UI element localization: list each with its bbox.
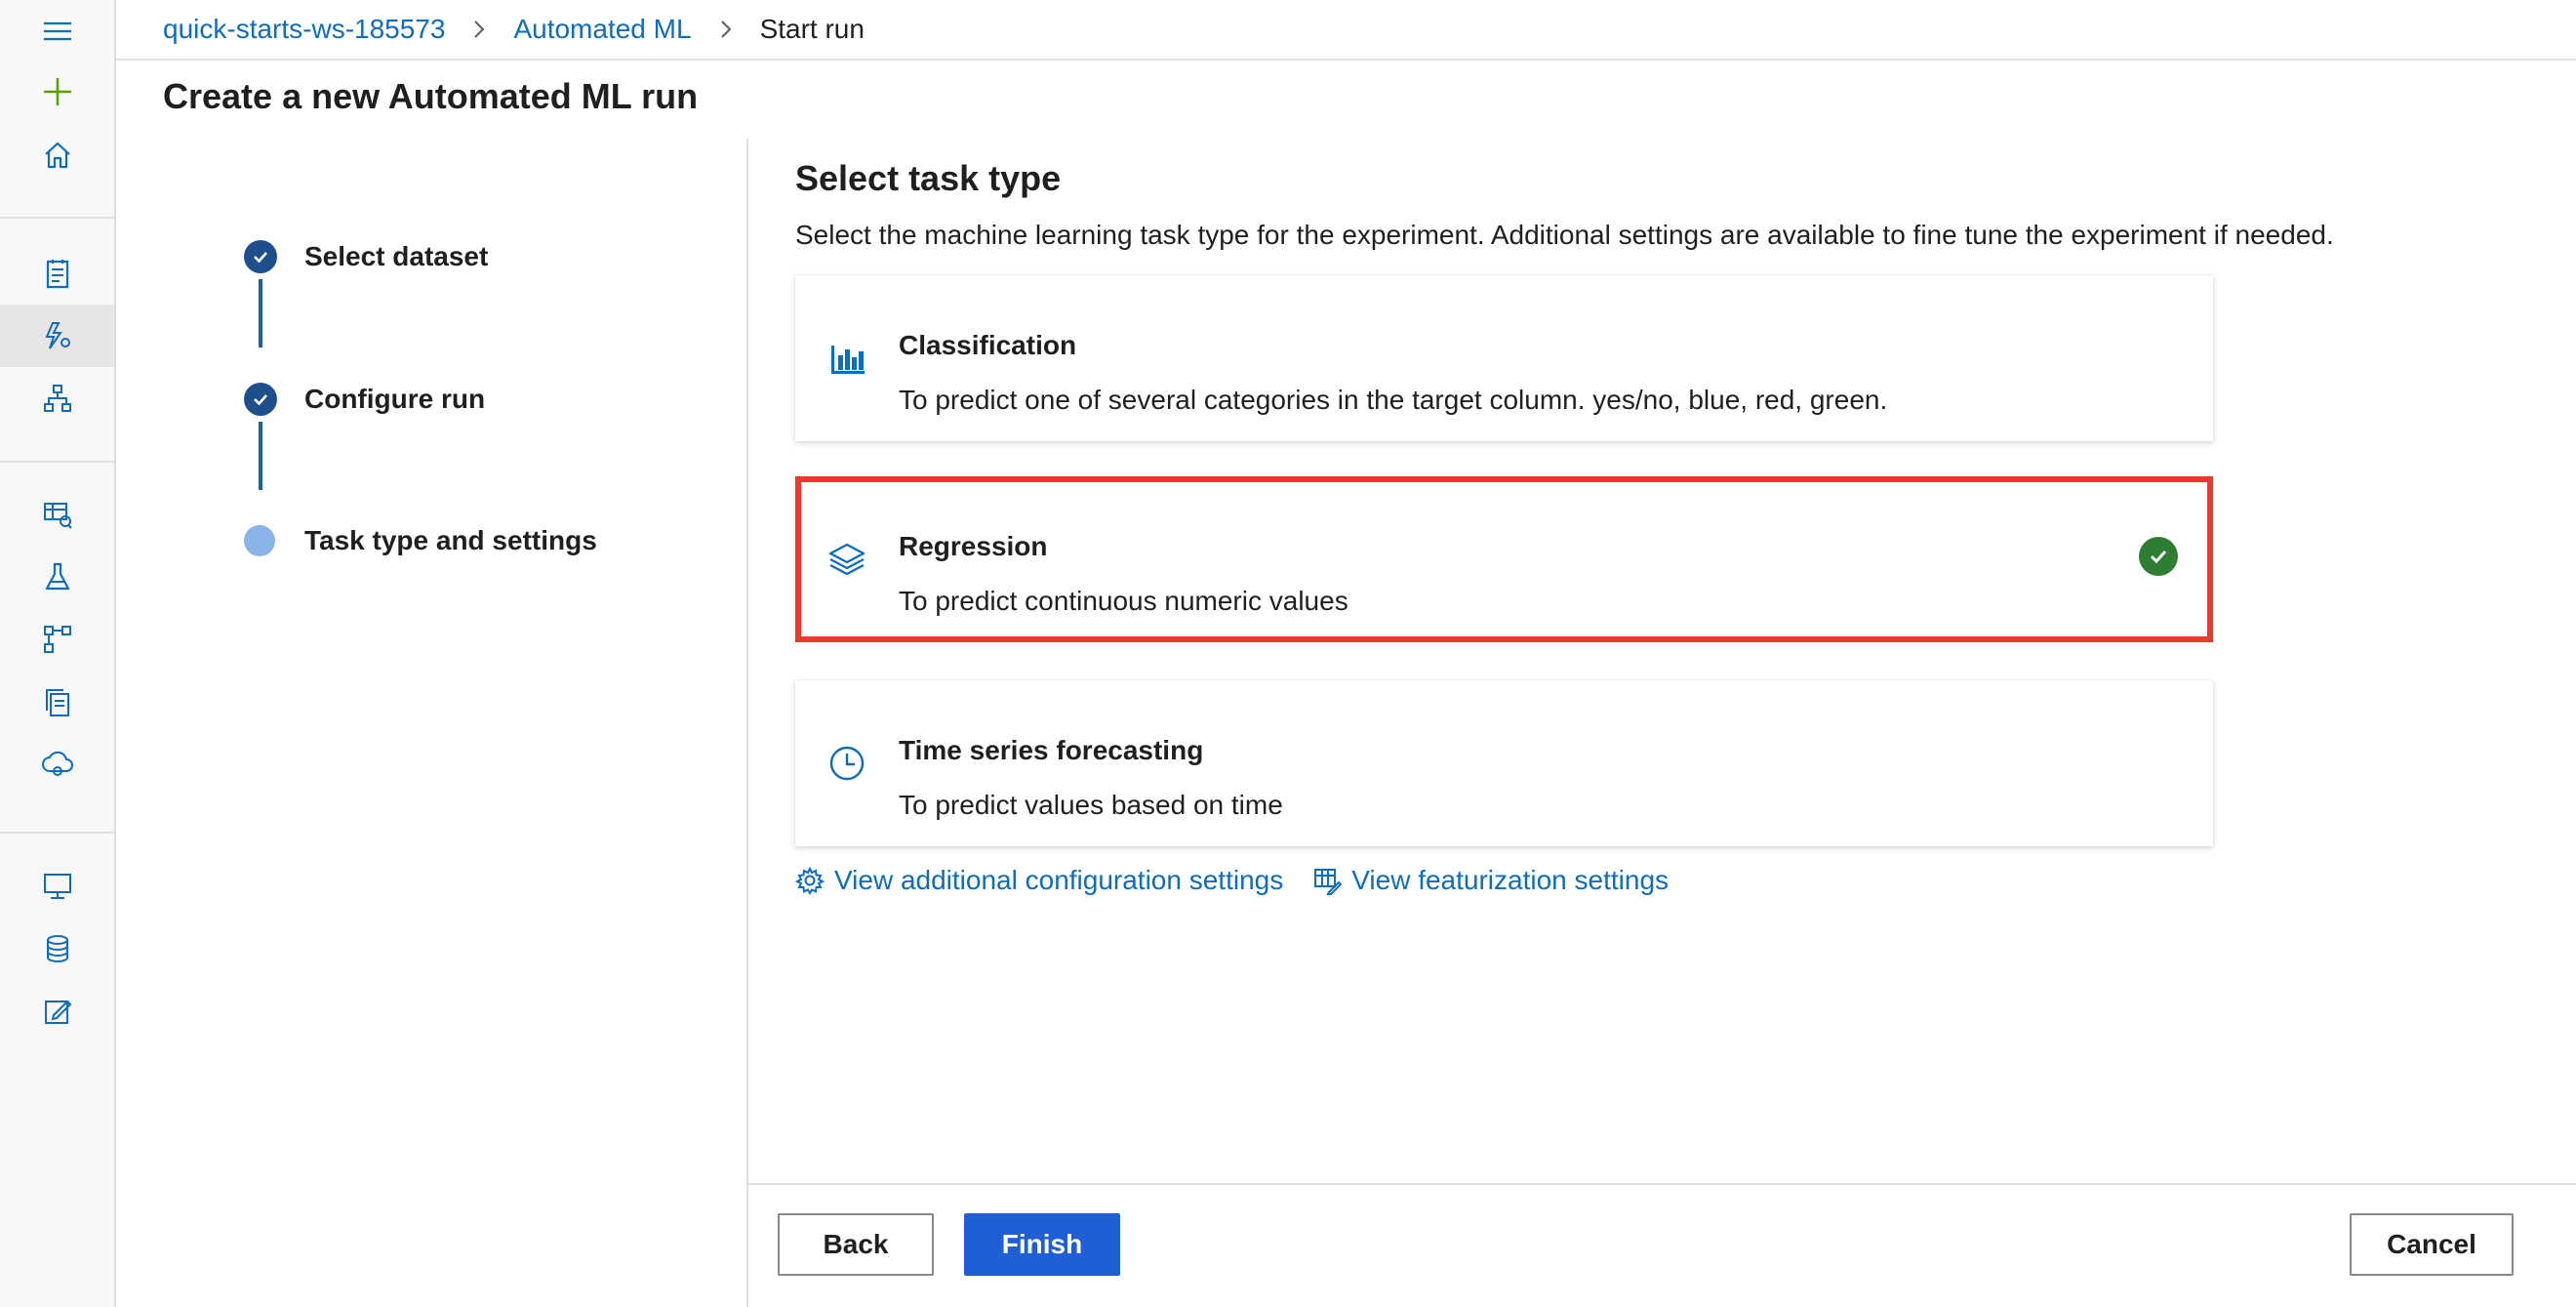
card-title: Regression [899,531,1048,561]
wizard-footer: Back Finish Cancel [748,1183,2576,1307]
step-select-dataset[interactable]: Select dataset [244,240,488,273]
step-label: Configure run [304,384,486,414]
finish-button[interactable]: Finish [964,1213,1120,1276]
clock-icon [826,743,867,784]
step-connector [259,422,262,490]
models-icon[interactable] [0,671,114,733]
step-task-type[interactable]: Task type and settings [244,525,597,556]
step-connector [259,279,262,347]
layers-icon [826,539,867,580]
step-label: Select dataset [304,241,489,271]
notebook-icon[interactable] [0,242,114,305]
plus-icon[interactable] [0,61,114,123]
view-featurization-settings-link[interactable]: View featurization settings [1312,865,1669,896]
endpoints-icon[interactable] [0,733,114,796]
selected-checkmark-icon [2139,537,2178,576]
hamburger-icon[interactable] [0,0,114,62]
card-title: Time series forecasting [899,735,1204,765]
step-label: Task type and settings [304,525,597,555]
step-configure-run[interactable]: Configure run [244,383,485,416]
breadcrumb-automl-link[interactable]: Automated ML [513,14,691,45]
datastores-icon[interactable] [0,918,114,980]
checkmark-icon [244,240,277,273]
settings-links: View additional configuration settings V… [795,865,1669,896]
breadcrumb-current: Start run [759,14,865,44]
link-label: View additional configuration settings [834,865,1284,895]
panel-divider [746,139,748,1307]
gear-icon [795,866,825,895]
left-nav-rail [0,0,116,1307]
link-label: View featurization settings [1351,865,1670,895]
section-title: Select task type [795,158,1062,198]
bar-chart-icon [826,338,867,379]
home-icon[interactable] [0,124,114,186]
view-configuration-settings-link[interactable]: View additional configuration settings [795,865,1283,896]
compute-icon[interactable] [0,855,114,918]
automl-icon[interactable] [0,305,114,367]
designer-icon[interactable] [0,367,114,429]
page-title: Create a new Automated ML run [163,76,699,116]
breadcrumb: quick-starts-ws-185573 Automated ML Star… [116,0,2576,61]
pipelines-icon[interactable] [0,608,114,671]
back-button[interactable]: Back [778,1213,934,1276]
chevron-right-icon [719,19,733,40]
checkmark-icon [244,383,277,416]
card-description: To predict values based on time [899,790,1283,820]
task-option-time-series[interactable]: Time series forecasting To predict value… [795,680,2213,846]
card-title: Classification [899,330,1077,360]
card-description: To predict continuous numeric values [899,586,1348,616]
chevron-right-icon [472,19,486,40]
breadcrumb-workspace-link[interactable]: quick-starts-ws-185573 [163,14,445,45]
experiments-icon[interactable] [0,546,114,608]
current-step-dot [244,525,275,556]
task-option-classification[interactable]: Classification To predict one of several… [795,275,2213,441]
labeling-icon[interactable] [0,980,114,1042]
cancel-button[interactable]: Cancel [2350,1213,2514,1276]
section-description: Select the machine learning task type fo… [795,220,2334,250]
table-edit-icon [1314,869,1343,895]
task-option-regression[interactable]: Regression To predict continuous numeric… [795,476,2213,642]
card-description: To predict one of several categories in … [899,385,1888,415]
datasets-icon[interactable] [0,483,114,546]
